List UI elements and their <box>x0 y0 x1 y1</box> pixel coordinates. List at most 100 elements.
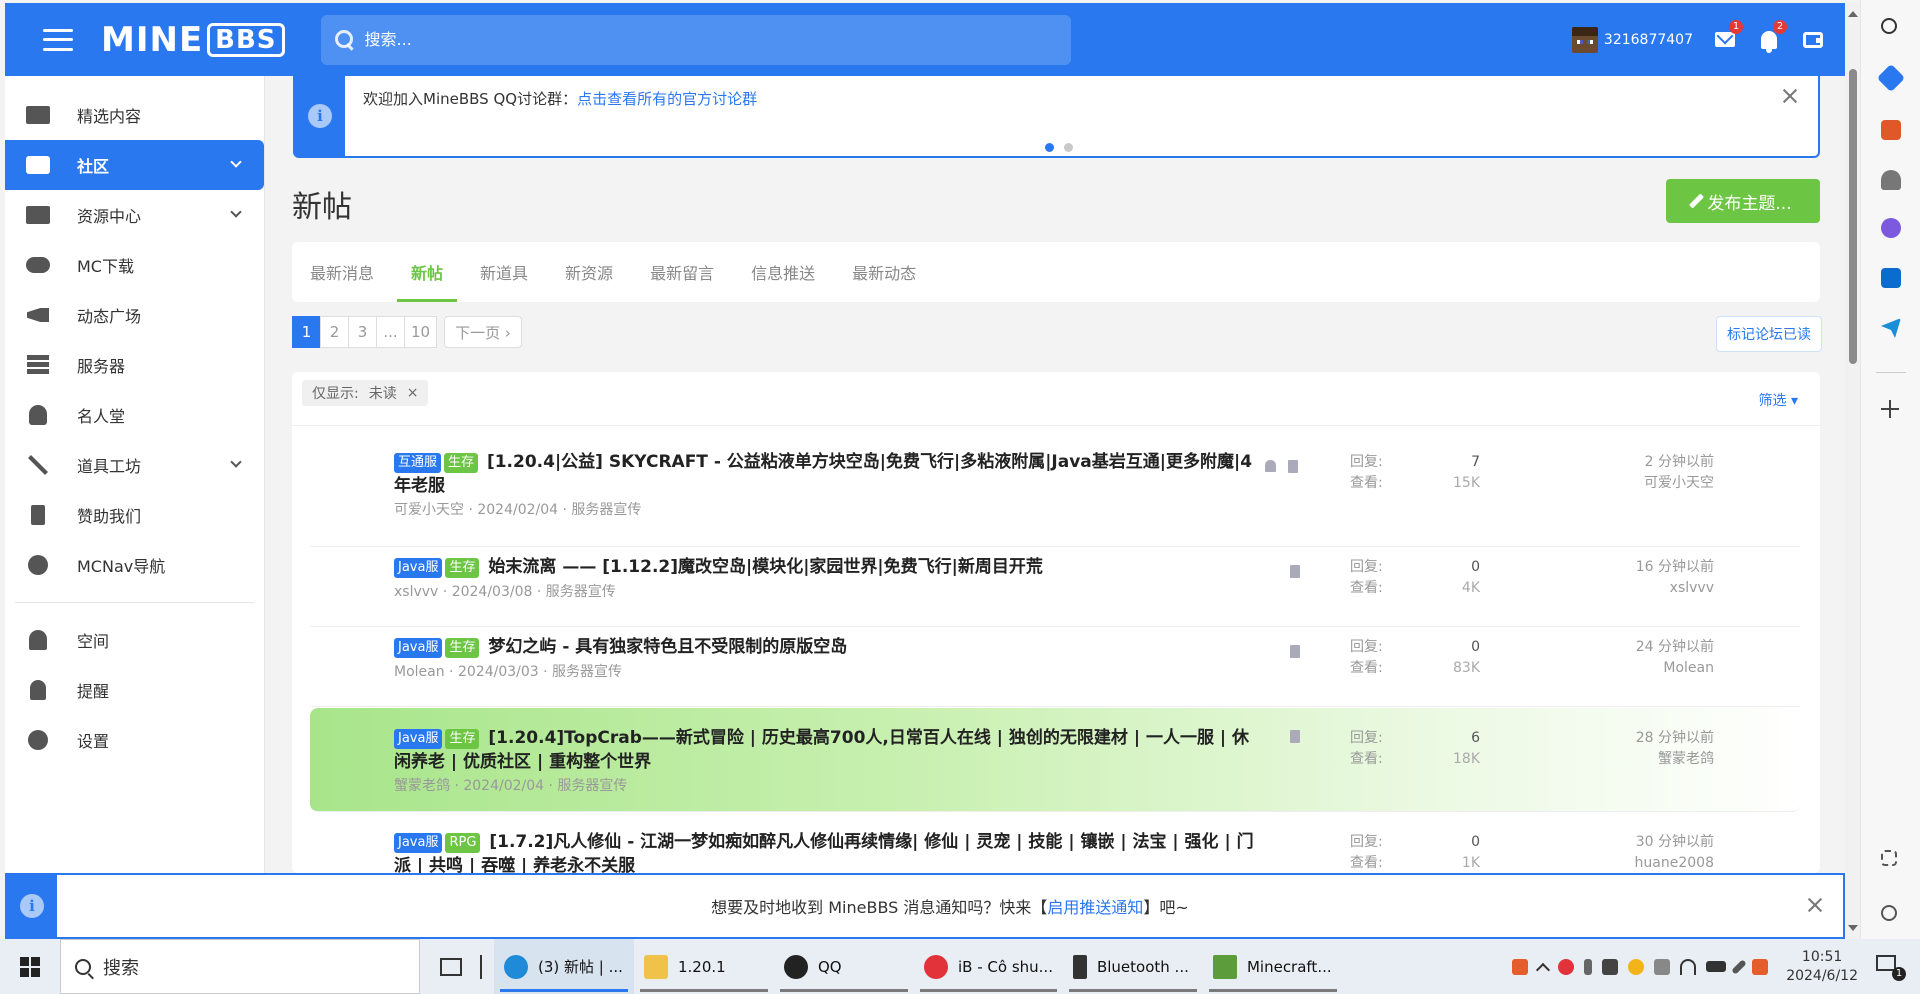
last-post-time[interactable]: 24 分钟以前 <box>1636 637 1714 658</box>
qq-tray-icon[interactable] <box>1628 958 1645 975</box>
prefix-label[interactable]: Java服 <box>394 729 443 749</box>
wallet-button[interactable] <box>1801 28 1825 52</box>
search-box[interactable] <box>320 14 1071 65</box>
search-input[interactable] <box>364 30 1015 49</box>
thread-forum[interactable]: 服务器宣传 <box>546 584 616 600</box>
user-menu[interactable]: 3216877407 <box>1571 26 1693 53</box>
page-10[interactable]: 10 <box>404 316 438 348</box>
prefix-label[interactable]: 生存 <box>444 453 479 473</box>
carousel-dot[interactable] <box>1045 143 1054 152</box>
page-ellipsis[interactable]: ... <box>376 316 405 348</box>
sidebar-item-hall-of-fame[interactable]: 名人堂 <box>5 390 264 440</box>
thread-author[interactable]: xslvvv <box>394 584 438 600</box>
table-row[interactable]: Java服 生存 始末流离 —— [1.12.2]魔改空岛|模块化|家园世界|免费… <box>310 547 1800 627</box>
outlook-icon[interactable] <box>1881 268 1901 288</box>
page-scrollbar[interactable] <box>1845 3 1860 939</box>
tab-latest[interactable]: 最新消息 <box>310 242 393 302</box>
sidebar-item-workshop[interactable]: 道具工坊 <box>5 440 264 490</box>
tab-push[interactable]: 信息推送 <box>751 242 834 302</box>
taskbar-app-bluetooth[interactable]: Bluetooth ... <box>1063 939 1203 994</box>
usb-icon[interactable] <box>1654 958 1671 975</box>
site-logo[interactable]: MINE BBS <box>101 20 285 60</box>
gear-icon[interactable] <box>1881 905 1897 921</box>
thread-title-text[interactable]: 始末流离 —— [1.12.2]魔改空岛|模块化|家园世界|免费飞行|新周目开荒 <box>488 557 1042 577</box>
clock[interactable]: 10:51 2024/6/12 <box>1786 948 1858 986</box>
thread-author[interactable]: 蟹蒙老鸽 <box>394 778 450 794</box>
microphone-icon[interactable] <box>1584 958 1593 975</box>
last-post-time[interactable]: 30 分钟以前 <box>1635 832 1714 853</box>
tab-activity[interactable]: 最新动态 <box>852 242 935 302</box>
table-row[interactable]: Java服 RPG [1.7.2]凡人修仙 - 江湖一梦如痴如醉凡人修仙再续情缘|… <box>310 812 1800 873</box>
sogou-tray-icon[interactable] <box>1752 958 1769 975</box>
thread-title-text[interactable]: 梦幻之屿 - 具有独家特色且不受限制的原版空岛 <box>488 637 847 657</box>
wifi-icon[interactable] <box>1680 958 1697 975</box>
send-icon[interactable] <box>1881 318 1901 338</box>
screenshot-icon[interactable] <box>1881 850 1897 866</box>
enable-push-link[interactable]: 启用推送通知 <box>1047 898 1143 917</box>
taskbar-app-folder[interactable]: 1.20.1 <box>634 939 774 994</box>
battery-icon[interactable] <box>1706 961 1727 972</box>
next-page-button[interactable]: 下一页 › <box>444 316 522 348</box>
filter-remove-icon[interactable]: × <box>407 385 419 401</box>
taskbar-search[interactable]: 搜索 <box>60 939 420 994</box>
chess-icon[interactable] <box>1881 170 1901 190</box>
close-icon[interactable] <box>1807 897 1823 913</box>
page-3[interactable]: 3 <box>348 316 377 348</box>
prefix-label[interactable]: Java服 <box>394 558 443 578</box>
prefix-label[interactable]: RPG <box>445 833 481 853</box>
thread-title-text[interactable]: [1.20.4]TopCrab——新式冒险 | 历史最高700人,日常百人在线 … <box>394 728 1249 772</box>
sogou-ime-icon[interactable] <box>1512 958 1529 975</box>
netease-tray-icon[interactable] <box>1558 958 1575 975</box>
copilot-icon[interactable] <box>1881 218 1901 238</box>
thread-author[interactable]: Molean <box>394 664 445 680</box>
prefix-label[interactable]: 生存 <box>445 638 480 658</box>
thread-title[interactable]: Java服 生存 [1.20.4]TopCrab——新式冒险 | 历史最高700人… <box>394 726 1264 774</box>
chevron-up-icon[interactable] <box>1536 962 1551 977</box>
scrollbar-thumb[interactable] <box>1849 69 1857 364</box>
table-row[interactable]: 互通服 生存 [1.20.4|公益] SKYCRAFT - 公益粘液单方块空岛|免… <box>310 442 1800 547</box>
prefix-label[interactable]: 互通服 <box>394 453 442 473</box>
last-post-time[interactable]: 28 分钟以前 <box>1636 728 1714 749</box>
last-post-user[interactable]: Molean <box>1636 658 1714 679</box>
sidebar-item-resources[interactable]: 资源中心 <box>5 190 264 240</box>
pen-icon[interactable] <box>1731 958 1747 975</box>
scroll-up-icon[interactable] <box>1848 11 1858 17</box>
close-icon[interactable] <box>1782 88 1798 104</box>
last-post-user[interactable]: 蟹蒙老鸽 <box>1636 749 1714 770</box>
thread-forum[interactable]: 服务器宣传 <box>552 664 622 680</box>
sidebar-item-mc-download[interactable]: MC下载 <box>5 240 264 290</box>
table-row[interactable]: Java服 生存 梦幻之屿 - 具有独家特色且不受限制的原版空岛 Molean ·… <box>310 627 1800 707</box>
thread-title-text[interactable]: [1.7.2]凡人修仙 - 江湖一梦如痴如醉凡人修仙再续情缘| 修仙 | 灵宠 … <box>394 832 1254 873</box>
tab-new-resources[interactable]: 新资源 <box>565 242 632 302</box>
sidebar-item-feed[interactable]: 动态广场 <box>5 290 264 340</box>
sidebar-item-settings[interactable]: 设置 <box>5 715 264 765</box>
scroll-down-icon[interactable] <box>1848 925 1858 931</box>
task-view-icon[interactable] <box>440 957 462 976</box>
menu-icon[interactable] <box>43 28 73 51</box>
mark-forums-read-button[interactable]: 标记论坛已读 <box>1716 316 1822 352</box>
page-2[interactable]: 2 <box>320 316 349 348</box>
add-icon[interactable] <box>1881 400 1899 418</box>
windows-start-icon[interactable] <box>20 956 40 977</box>
notice-link[interactable]: 点击查看所有的官方讨论群 <box>577 90 757 108</box>
notification-center-button[interactable]: 1 <box>1876 954 1906 981</box>
last-post-user[interactable]: xslvvv <box>1636 578 1714 599</box>
search-icon[interactable] <box>1881 18 1897 34</box>
tag-icon[interactable] <box>1876 63 1906 93</box>
prefix-label[interactable]: Java服 <box>394 638 443 658</box>
sidebar-item-alerts[interactable]: 提醒 <box>5 665 264 715</box>
post-thread-button[interactable]: 发布主题... <box>1666 179 1820 223</box>
thread-author[interactable]: 可爱小天空 <box>394 502 464 518</box>
thread-title[interactable]: Java服 RPG [1.7.2]凡人修仙 - 江湖一梦如痴如醉凡人修仙再续情缘|… <box>394 830 1264 873</box>
sidebar-item-sponsor[interactable]: 赞助我们 <box>5 490 264 540</box>
tab-new-posts[interactable]: 新帖 <box>397 242 462 302</box>
toolbox-icon[interactable] <box>1881 120 1901 140</box>
sidebar-item-mcnav[interactable]: MCNav导航 <box>5 540 264 590</box>
thread-title[interactable]: Java服 生存 始末流离 —— [1.12.2]魔改空岛|模块化|家园世界|免费… <box>394 555 1264 579</box>
sidebar-item-servers[interactable]: 服务器 <box>5 340 264 390</box>
thread-forum[interactable]: 服务器宣传 <box>571 502 641 518</box>
tab-latest-comments[interactable]: 最新留言 <box>650 242 733 302</box>
taskbar-app-qq[interactable]: QQ <box>774 939 914 994</box>
sidebar-item-community[interactable]: 社区 <box>5 140 264 190</box>
inbox-button[interactable]: 1 <box>1713 19 1743 52</box>
